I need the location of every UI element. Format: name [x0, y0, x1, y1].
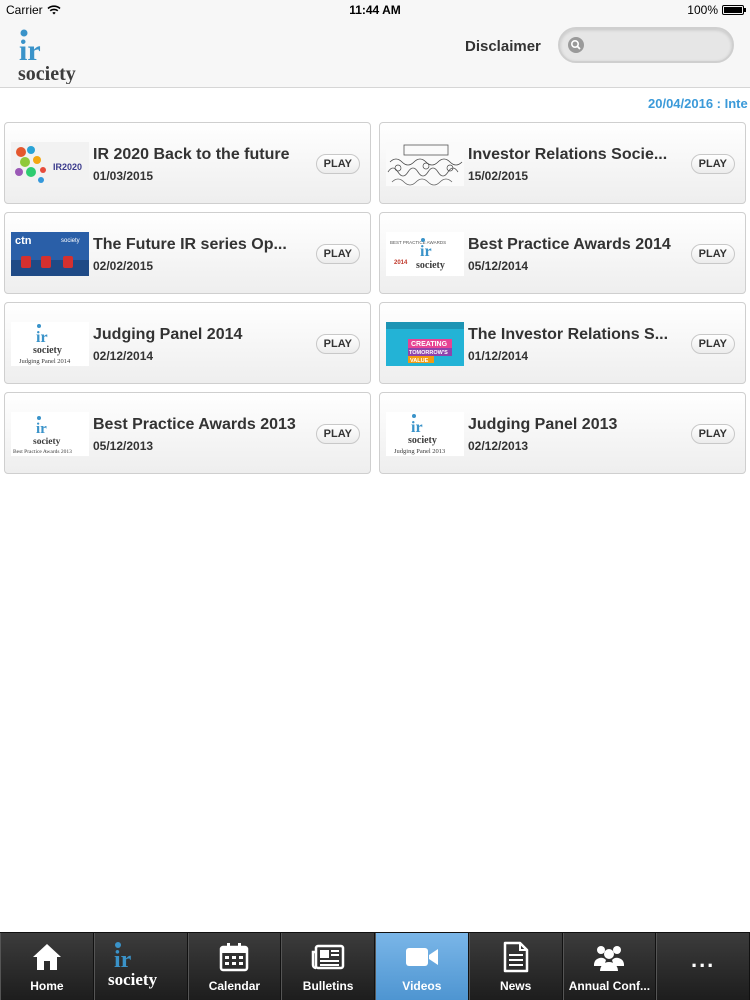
logo-society-text: society: [18, 63, 76, 84]
video-title: Best Practice Awards 2013: [93, 416, 296, 433]
news-ticker[interactable]: 20/04/2016 : Inte: [0, 94, 750, 112]
tab-label: Home: [30, 979, 64, 993]
video-thumbnail: ir society Judging Panel 2014: [11, 322, 89, 366]
video-thumbnail: [386, 142, 464, 186]
people-icon: [594, 946, 625, 971]
tomorrows-text: TOMORROW'S: [409, 350, 448, 356]
play-button[interactable]: PLAY: [315, 244, 360, 264]
bpa2014-label: BEST PRACTICE AWARDS: [390, 240, 446, 245]
search-input[interactable]: [590, 35, 726, 55]
battery-percent: 100%: [687, 3, 718, 17]
play-button[interactable]: PLAY: [690, 334, 735, 354]
app-header: ir society Disclaimer: [0, 20, 750, 88]
tab-label: Annual Conf...: [568, 979, 651, 993]
bottom-tab-bar: Home ir society Calendar Bulletins Video…: [0, 932, 750, 1000]
play-button[interactable]: PLAY: [690, 154, 735, 174]
play-button[interactable]: PLAY: [690, 244, 735, 264]
bpa2014-society: society: [416, 260, 445, 271]
value-text: VALUE: [410, 358, 429, 364]
video-date: 02/12/2014: [93, 349, 154, 363]
jp2013-ir: ir: [411, 419, 423, 436]
tab-more[interactable]: ...: [656, 933, 750, 1000]
calendar-icon: [220, 943, 249, 972]
video-card[interactable]: ctn society The Future IR series Op... 0…: [4, 212, 371, 294]
video-date: 05/12/2013: [93, 439, 154, 453]
ir-society-logo[interactable]: ir society: [18, 28, 96, 84]
tab-annual-conference[interactable]: Annual Conf...: [562, 933, 657, 1000]
jp2014-caption: Judging Panel 2014: [19, 358, 71, 365]
home-icon: [32, 944, 61, 970]
tab-label: Bulletins: [302, 979, 354, 993]
video-card[interactable]: ir society Judging Panel 2014 Judging Pa…: [4, 302, 371, 384]
play-button[interactable]: PLAY: [315, 154, 360, 174]
video-date: 02/02/2015: [93, 259, 154, 273]
document-icon: [503, 941, 528, 973]
newspaper-icon: [311, 944, 345, 970]
video-date: 01/12/2014: [468, 349, 529, 363]
bpa2014-year: 2014: [394, 260, 408, 266]
video-date: 05/12/2014: [468, 259, 529, 273]
video-card[interactable]: CREATING TOMORROW'S VALUE The Investor R…: [379, 302, 746, 384]
video-title: Judging Panel 2013: [468, 416, 618, 433]
ir-society-logo: ir society: [108, 942, 158, 989]
disclaimer-link[interactable]: Disclaimer: [465, 38, 541, 55]
tab-label: Calendar: [208, 979, 261, 993]
video-card[interactable]: IR2020 IR 2020 Back to the future 01/03/…: [4, 122, 371, 204]
video-date: 15/02/2015: [468, 169, 529, 183]
video-thumbnail: IR2020: [11, 142, 89, 186]
jp2014-society: society: [33, 345, 62, 356]
video-grid: IR2020 IR 2020 Back to the future 01/03/…: [4, 122, 746, 474]
video-title: Judging Panel 2014: [93, 326, 243, 343]
video-title: Investor Relations Socie...: [468, 146, 668, 163]
video-card[interactable]: ir society Best Practice Awards 2013 Bes…: [4, 392, 371, 474]
video-thumbnail: CREATING TOMORROW'S VALUE: [386, 322, 464, 366]
video-title: The Future IR series Op...: [93, 236, 287, 253]
more-icon: ...: [690, 947, 716, 972]
video-thumbnail: ctn society: [11, 232, 89, 276]
ctn-text: ctn: [15, 235, 32, 247]
battery-icon: [722, 5, 746, 15]
video-card[interactable]: Investor Relations Socie... 15/02/2015 P…: [379, 122, 746, 204]
video-date: 01/03/2015: [93, 169, 154, 183]
video-title: The Investor Relations S...: [468, 326, 669, 343]
play-button[interactable]: PLAY: [690, 424, 735, 444]
creating-text: CREATING: [411, 341, 448, 348]
search-icon: [568, 37, 584, 53]
tab-ir-society[interactable]: ir society: [93, 933, 188, 1000]
bpa2013-caption: Best Practice Awards 2013: [13, 449, 72, 455]
tab-label: Videos: [402, 979, 442, 993]
tab-label: News: [499, 979, 532, 993]
tab-calendar[interactable]: Calendar: [187, 933, 282, 1000]
video-thumbnail: ir society Judging Panel 2013: [386, 412, 464, 456]
tab-videos[interactable]: Videos: [375, 933, 469, 1000]
video-card[interactable]: BEST PRACTICE AWARDS 2014 ir society Bes…: [379, 212, 746, 294]
tab-bulletins[interactable]: Bulletins: [281, 933, 375, 1000]
status-bar: Carrier 11:44 AM 100%: [0, 0, 750, 20]
bpa2013-society: society: [33, 437, 61, 447]
video-camera-icon: [405, 948, 438, 966]
battery-indicator: 100%: [687, 3, 746, 17]
jp2013-society: society: [408, 435, 437, 446]
video-date: 02/12/2013: [468, 439, 529, 453]
video-thumbnail: BEST PRACTICE AWARDS 2014 ir society: [386, 232, 464, 276]
video-title: IR 2020 Back to the future: [93, 146, 290, 163]
ctn-society-text: society: [61, 238, 80, 244]
bpa2014-ir: ir: [420, 243, 432, 260]
tab-home[interactable]: Home: [0, 933, 94, 1000]
tab-news[interactable]: News: [468, 933, 563, 1000]
bpa2013-ir: ir: [36, 421, 47, 437]
ticker-text[interactable]: 20/04/2016 : Inte: [648, 96, 748, 111]
jp2014-ir: ir: [36, 329, 48, 346]
jp2013-caption: Judging Panel 2013: [394, 448, 445, 455]
video-title: Best Practice Awards 2014: [468, 236, 671, 253]
play-button[interactable]: PLAY: [315, 334, 360, 354]
play-button[interactable]: PLAY: [315, 424, 360, 444]
tab-logo-society: society: [108, 970, 158, 989]
search-box[interactable]: [558, 27, 734, 63]
video-thumbnail: ir society Best Practice Awards 2013: [11, 412, 89, 456]
clock: 11:44 AM: [349, 3, 401, 17]
video-card[interactable]: ir society Judging Panel 2013 Judging Pa…: [379, 392, 746, 474]
ir2020-text: IR2020: [53, 162, 82, 172]
